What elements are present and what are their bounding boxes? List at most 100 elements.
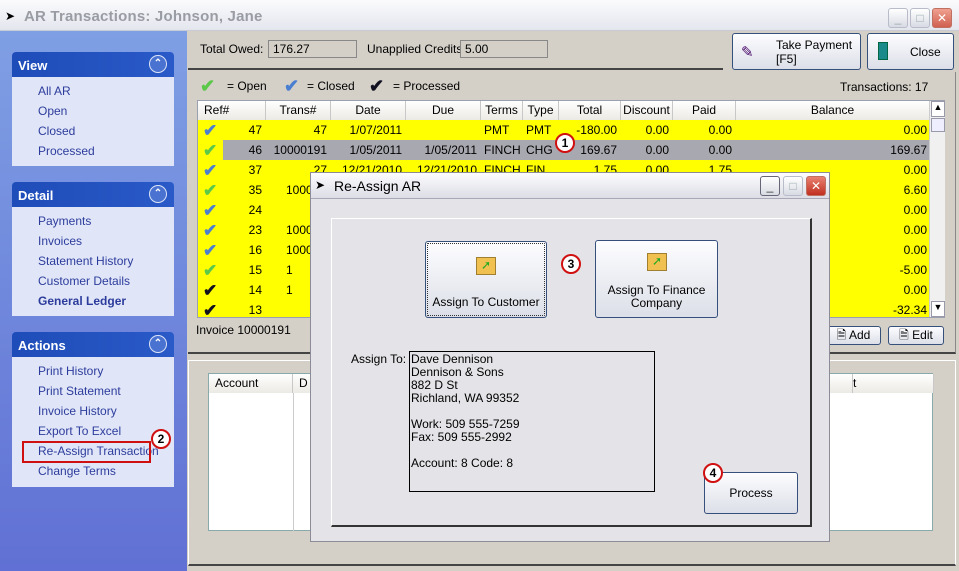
processed-check-icon: ✔ <box>203 301 218 318</box>
sidebar-item-all-ar[interactable]: All AR <box>38 83 174 103</box>
cell-ref: 35 <box>248 183 262 197</box>
sidebar-item-payments[interactable]: Payments <box>38 213 174 233</box>
cell-ref: 46 <box>248 143 262 157</box>
take-payment-button[interactable]: ✎ Take Payment [F5] <box>732 33 861 70</box>
assign-to-line: Account: 8 Code: 8 <box>411 456 514 470</box>
sidebar-item-processed[interactable]: Processed <box>38 143 174 163</box>
view-panel: View ⌃ All AR Open Closed Processed <box>12 52 174 166</box>
gl-column-account[interactable]: Account <box>209 374 293 393</box>
cell-terms: FINCH <box>484 143 521 157</box>
column-header-paid[interactable]: Paid <box>673 101 736 120</box>
sidebar-item-print-history[interactable]: Print History <box>38 363 174 383</box>
cell-ref: 15 <box>248 263 262 277</box>
column-header-balance[interactable]: Balance <box>736 101 930 120</box>
payment-icon: ✎ <box>741 44 754 61</box>
close-button[interactable]: Close <box>867 33 954 70</box>
unapplied-credits-field: 5.00 <box>460 40 548 58</box>
cell-discount: 0.00 <box>645 123 669 137</box>
edit-button[interactable]: 🗎 Edit <box>888 326 944 345</box>
assign-to-customer-label: Assign To Customer <box>432 295 540 309</box>
processed-check-icon: ✔ <box>203 281 218 300</box>
cell-type: PMT <box>526 123 552 137</box>
sidebar-item-statement-history[interactable]: Statement History <box>38 253 174 273</box>
detail-panel: Detail ⌃ Payments Invoices Statement Histor… <box>12 182 174 316</box>
take-payment-label: Take Payment <box>776 38 853 52</box>
assign-to-customer-button[interactable]: ➚ Assign To Customer <box>425 241 547 318</box>
scroll-up-arrow-icon[interactable]: ▲ <box>931 101 945 117</box>
sidebar-item-open[interactable]: Open <box>38 103 174 123</box>
add-icon: 🗎 <box>836 328 849 342</box>
legend-processed: = Processed <box>393 79 461 93</box>
close-label: Close <box>910 45 941 59</box>
column-header-ref[interactable]: Ref# <box>198 101 266 120</box>
collapse-icon[interactable]: ⌃ <box>149 185 167 203</box>
sidebar-item-general-ledger[interactable]: General Ledger <box>38 293 174 313</box>
add-button[interactable]: 🗎 Add <box>826 326 881 345</box>
reassign-ar-dialog: ➤ Re-Assign AR _ □ ✕ ➚ Assign To Custome… <box>310 172 830 542</box>
sidebar: View ⌃ All AR Open Closed Processed Detail ⌃ … <box>0 31 187 571</box>
scroll-thumb[interactable] <box>931 118 945 132</box>
column-header-discount[interactable]: Discount <box>621 101 673 120</box>
maximize-button[interactable]: □ <box>910 8 930 28</box>
window-titlebar: ➤ AR Transactions: Johnson, Jane _ □ ✕ <box>0 0 959 31</box>
sidebar-item-closed[interactable]: Closed <box>38 123 174 143</box>
actions-panel-header[interactable]: Actions ⌃ <box>12 332 174 357</box>
sidebar-item-invoices[interactable]: Invoices <box>38 233 174 253</box>
total-owed-field: 176.27 <box>268 40 357 58</box>
app-icon: ➤ <box>315 178 326 192</box>
callout-4: 4 <box>703 463 723 483</box>
collapse-icon[interactable]: ⌃ <box>149 55 167 73</box>
cell-ref: 16 <box>248 243 262 257</box>
processed-check-icon: ✔ <box>369 76 385 96</box>
column-header-trans[interactable]: Trans# <box>266 101 331 120</box>
assign-to-line: Richland, WA 99352 <box>411 391 520 405</box>
column-header-terms[interactable]: Terms <box>481 101 523 120</box>
total-owed-label: Total Owed: <box>200 42 264 56</box>
cell-due <box>406 120 481 140</box>
dialog-close-button[interactable]: ✕ <box>806 176 826 196</box>
gl-column-amount[interactable]: t <box>853 374 934 393</box>
cell-terms: PMT <box>484 123 510 137</box>
collapse-icon[interactable]: ⌃ <box>149 335 167 353</box>
view-panel-header[interactable]: View ⌃ <box>12 52 174 77</box>
column-header-total[interactable]: Total <box>559 101 621 120</box>
dialog-maximize-button[interactable]: □ <box>783 176 803 196</box>
callout-3: 3 <box>561 254 581 274</box>
callout-1: 1 <box>555 133 575 153</box>
cell-ref: 14 <box>248 283 262 297</box>
detail-panel-title: Detail <box>18 188 54 203</box>
cell-paid: 0.00 <box>708 123 732 137</box>
closed-check-icon: ✔ <box>284 76 300 96</box>
cell-ref: 24 <box>248 203 262 217</box>
assign-to-finance-button[interactable]: ➚ Assign To Finance Company <box>595 240 718 318</box>
open-check-icon: ✔ <box>203 181 218 200</box>
app-icon: ➤ <box>5 9 16 23</box>
door-icon <box>878 42 888 60</box>
sidebar-item-customer-details[interactable]: Customer Details <box>38 273 174 293</box>
add-label: Add <box>848 328 871 342</box>
window-title: AR Transactions: Johnson, Jane <box>24 8 263 25</box>
cell-ref: 13 <box>248 303 262 317</box>
assign-to-details: Dave Dennison Dennison & Sons 882 D St Rich… <box>409 351 655 492</box>
dialog-minimize-button[interactable]: _ <box>760 176 780 196</box>
cell-balance: 169.67 <box>890 143 927 157</box>
cell-ref: 47 <box>248 123 262 137</box>
cell-trans: 10000191 <box>273 143 327 157</box>
column-divider <box>293 393 294 531</box>
detail-panel-header[interactable]: Detail ⌃ <box>12 182 174 207</box>
closed-check-icon: ✔ <box>203 161 218 180</box>
legend-closed: = Closed <box>307 79 355 93</box>
minimize-button[interactable]: _ <box>888 8 908 28</box>
open-check-icon: ✔ <box>200 76 216 96</box>
grid-scrollbar[interactable]: ▲ ▼ <box>929 101 945 317</box>
sidebar-item-print-statement[interactable]: Print Statement <box>38 383 174 403</box>
column-header-due[interactable]: Due <box>406 101 481 120</box>
column-header-type[interactable]: Type <box>523 101 559 120</box>
legend-open: = Open <box>227 79 267 93</box>
scroll-down-arrow-icon[interactable]: ▼ <box>931 301 945 317</box>
sidebar-item-invoice-history[interactable]: Invoice History <box>38 403 174 423</box>
sidebar-item-change-terms[interactable]: Change Terms <box>38 463 174 483</box>
column-header-date[interactable]: Date <box>331 101 406 120</box>
highlight-box <box>22 441 151 463</box>
window-close-button[interactable]: ✕ <box>932 8 952 28</box>
